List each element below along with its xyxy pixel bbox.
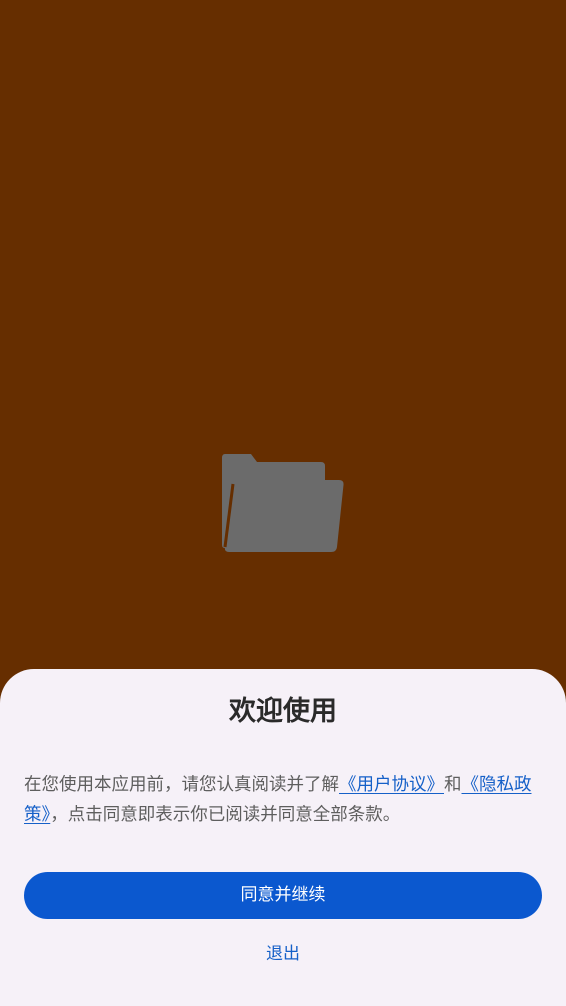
exit-button[interactable]: 退出 — [233, 938, 333, 970]
user-agreement-link[interactable]: 《用户协议》 — [339, 775, 444, 795]
notice-text-before: 在您使用本应用前，请您认真阅读并了解 — [24, 775, 339, 795]
folder-icon — [222, 454, 344, 552]
notice-text-and: 和 — [444, 775, 462, 795]
agree-and-continue-button[interactable]: 同意并继续 — [24, 872, 542, 919]
privacy-notice: 在您使用本应用前，请您认真阅读并了解《用户协议》和《隐私政策》，点击同意即表示你… — [24, 770, 544, 830]
dialog-title: 欢迎使用 — [229, 696, 337, 727]
notice-text-after: ，点击同意即表示你已阅读并同意全部条款。 — [50, 805, 401, 825]
